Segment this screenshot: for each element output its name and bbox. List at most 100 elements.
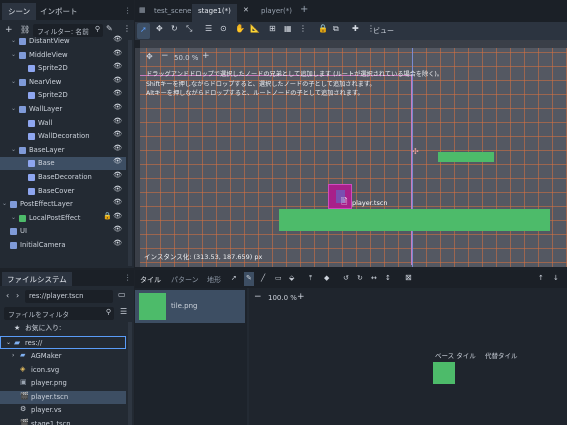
- view-menu[interactable]: ビュー: [373, 26, 394, 36]
- visibility-eye-icon[interactable]: 👁: [113, 36, 122, 43]
- grid-snap-icon[interactable]: ▦: [284, 25, 292, 33]
- smart-snap-icon[interactable]: ⊞: [269, 25, 276, 33]
- visibility-eye-icon[interactable]: 👁: [113, 226, 122, 233]
- expand-arrow-icon[interactable]: ›: [12, 353, 14, 359]
- add-node-icon[interactable]: +: [5, 26, 13, 35]
- scene-tree-row[interactable]: InitialCamera 👁: [0, 239, 126, 252]
- scene-tree-row[interactable]: Sprite2D 👁: [0, 89, 126, 102]
- expand-arrow-icon[interactable]: ⌄: [11, 51, 16, 58]
- ruler-icon[interactable]: 📐: [250, 25, 260, 33]
- pan-mode-icon[interactable]: ✥: [146, 53, 153, 61]
- visibility-eye-icon[interactable]: 👁: [113, 117, 122, 125]
- visibility-eye-icon[interactable]: 👁: [113, 131, 122, 138]
- scene-tree-row[interactable]: ⌄ LocalPostEffect 👁 🔒: [0, 212, 126, 225]
- pan-icon[interactable]: ✋: [235, 25, 245, 33]
- tab-tiles[interactable]: タイル: [140, 275, 161, 285]
- scene-tree-row[interactable]: ⌄ BaseLayer 👁: [0, 144, 126, 157]
- select-tool-icon[interactable]: ➚: [231, 275, 237, 282]
- scale-icon[interactable]: ⤡: [186, 25, 192, 33]
- fs-filter-input[interactable]: ファイルをフィルタ ⚲: [4, 307, 114, 320]
- fs-item[interactable]: ⚙ player.vs: [0, 404, 126, 417]
- scene-tree-row[interactable]: Wall 👁: [0, 117, 126, 130]
- group-icon[interactable]: ⧉: [333, 25, 339, 33]
- scene-tree-row[interactable]: Base 👁: [0, 157, 126, 171]
- visibility-eye-icon[interactable]: 👁: [113, 104, 122, 111]
- scene-tree-row[interactable]: UI 👁: [0, 225, 126, 238]
- scene-tree-row[interactable]: ⌄ NearView 👁: [0, 76, 126, 89]
- bucket-tool-icon[interactable]: ⬙: [289, 275, 294, 282]
- scene-tree-row[interactable]: BaseCover 👁: [0, 185, 126, 198]
- visibility-eye-icon[interactable]: 👁: [113, 76, 122, 84]
- fs-root-row[interactable]: ⌄ ▰ res://: [0, 336, 126, 349]
- visibility-eye-icon[interactable]: 👁: [113, 240, 122, 247]
- new-tab-icon[interactable]: +: [300, 5, 308, 15]
- tile-source-item[interactable]: tile.png: [135, 290, 245, 323]
- eraser-tool-icon[interactable]: ◆: [324, 275, 329, 282]
- expand-arrow-icon[interactable]: ⌄: [11, 78, 16, 85]
- rotate-icon[interactable]: ↻: [171, 25, 178, 33]
- visibility-eye-icon[interactable]: 👁: [113, 90, 122, 97]
- visibility-eye-icon[interactable]: 👁: [113, 212, 122, 220]
- list-select-icon[interactable]: ☰: [205, 25, 212, 33]
- atlas-zoom-level[interactable]: 100.0 %: [268, 294, 297, 302]
- player-preview[interactable]: [328, 184, 352, 209]
- move-up-icon[interactable]: ↑: [538, 275, 544, 282]
- tab-close-icon[interactable]: ✕: [243, 7, 249, 14]
- tile-ground[interactable]: [279, 209, 550, 231]
- script-filter-icon[interactable]: ✎: [106, 25, 113, 33]
- favorites-row[interactable]: ★ お気に入り:: [0, 322, 126, 335]
- scene-tree-row[interactable]: WallDecoration 👁: [0, 130, 126, 143]
- zoom-level[interactable]: 50.0 %: [174, 54, 198, 62]
- expand-arrow-icon[interactable]: ⌄: [11, 146, 16, 153]
- random-tile-icon[interactable]: ⊠: [405, 274, 412, 282]
- scene-tree-row[interactable]: Sprite2D 👁: [0, 62, 126, 75]
- scene-tree-row[interactable]: ⌄ WallLayer 👁: [0, 103, 126, 116]
- atlas-zoom-in-icon[interactable]: +: [297, 293, 305, 302]
- lock-icon[interactable]: 🔒: [318, 25, 328, 33]
- expand-arrow-icon[interactable]: ⌄: [11, 214, 16, 221]
- tab-stage1[interactable]: stage1(*): [192, 4, 237, 22]
- scene-tree-scrollbar[interactable]: [128, 40, 132, 266]
- fs-path-field[interactable]: res://player.tscn: [25, 290, 113, 303]
- lock-icon[interactable]: 🔒: [103, 212, 112, 220]
- zoom-out-icon[interactable]: −: [161, 52, 169, 61]
- fs-item[interactable]: ▣ player.png: [0, 377, 126, 390]
- visibility-eye-icon[interactable]: 👁: [113, 49, 122, 57]
- expand-arrow-icon[interactable]: ⌄: [6, 340, 11, 346]
- visibility-eye-icon[interactable]: 👁: [113, 63, 122, 70]
- zoom-in-icon[interactable]: +: [202, 52, 210, 61]
- visibility-eye-icon[interactable]: 👁: [113, 185, 122, 193]
- tab-player[interactable]: player(*): [255, 4, 298, 22]
- tile-platform-small[interactable]: [438, 152, 494, 162]
- flip-h-icon[interactable]: ↔: [371, 275, 377, 282]
- rect-tool-icon[interactable]: ▭: [275, 275, 282, 282]
- fs-item[interactable]: 🎬 stage1.tscn: [0, 418, 126, 425]
- skeleton-icon[interactable]: ✚: [352, 25, 359, 33]
- move-down-icon[interactable]: ↓: [553, 275, 559, 282]
- expand-arrow-icon[interactable]: ⌄: [11, 38, 16, 44]
- tab-patterns[interactable]: パターン: [171, 275, 199, 285]
- scene-tree-row[interactable]: ⌄ PostEffectLayer 👁: [0, 198, 126, 211]
- fs-sort-icon[interactable]: ☰: [120, 308, 127, 316]
- tab-scene[interactable]: シーン: [2, 3, 37, 20]
- tab-list-icon[interactable]: ▦: [139, 7, 146, 14]
- fs-item[interactable]: ◈ icon.svg: [0, 364, 126, 377]
- picker-tool-icon[interactable]: ⤒: [309, 275, 312, 282]
- visibility-eye-icon[interactable]: 👁: [113, 158, 122, 165]
- snap-menu-icon[interactable]: ⋮: [299, 25, 307, 33]
- split-view-icon[interactable]: ▭: [118, 291, 126, 299]
- tab-terrains[interactable]: 地形: [207, 275, 221, 285]
- scene-menu-icon[interactable]: ⋮: [123, 25, 131, 33]
- rotate-left-icon[interactable]: ↺: [343, 275, 349, 282]
- back-icon[interactable]: ‹: [6, 292, 9, 300]
- forward-icon[interactable]: ›: [16, 292, 19, 300]
- pivot-icon[interactable]: ⊙: [220, 25, 227, 33]
- visibility-eye-icon[interactable]: 👁: [113, 172, 122, 179]
- scene-tree-row[interactable]: ⌄ MiddleView 👁: [0, 49, 126, 62]
- viewport-2d[interactable]: ✥ − 50.0 % + ドラッグアンドドロップで選択したノードの兄弟として追加…: [140, 48, 567, 267]
- scene-tree-row[interactable]: BaseDecoration 👁: [0, 171, 126, 184]
- rotate-right-icon[interactable]: ↻: [357, 275, 363, 282]
- select-mode-button[interactable]: ➚: [137, 23, 150, 39]
- scene-tree-row[interactable]: ⌄ DistantView 👁: [0, 35, 126, 48]
- fs-item[interactable]: › ▰ AGMaker: [0, 350, 126, 363]
